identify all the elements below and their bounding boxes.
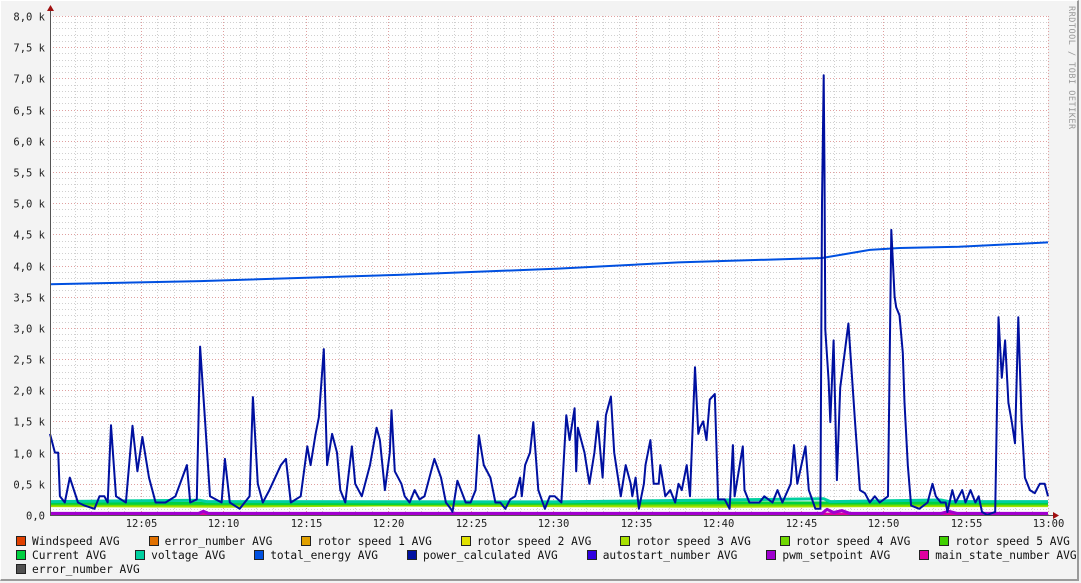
legend-swatch: [460, 536, 471, 546]
y-tick-label: 3,5 k: [13, 293, 45, 305]
y-tick-label: 0,5 k: [13, 480, 45, 492]
legend-item: power_calculated AVG: [406, 548, 558, 562]
legend-swatch: [406, 550, 417, 560]
legend-row: Current AVG voltage AVG total_energy AVG po…: [16, 548, 1081, 562]
legend-swatch: [254, 550, 265, 560]
y-tick-label: 4,0 k: [13, 262, 45, 274]
y-tick-label: 2,0 k: [13, 386, 45, 398]
y-tick-label: 7,0 k: [13, 74, 45, 86]
legend-swatch: [766, 550, 777, 560]
y-tick-label: 3,0 k: [13, 324, 45, 336]
legend-label: main_state_number AVG: [935, 548, 1077, 562]
legend-swatch: [586, 550, 597, 560]
y-tick-label: 5,5 k: [13, 168, 45, 180]
y-tick-label: 1,5 k: [13, 417, 45, 429]
legend-item: pwm_setpoint AVG: [766, 549, 890, 562]
x-tick-label: 13:00: [1033, 518, 1065, 530]
x-tick-label: 12:35: [621, 518, 653, 530]
legend-swatch: [939, 536, 950, 546]
x-tick-label: 12:05: [126, 518, 158, 530]
y-tick-label: 0,0: [26, 511, 45, 523]
legend-swatch: [16, 564, 26, 574]
legend-label: error_number AVG: [164, 534, 273, 548]
y-tick-label: 7,5 k: [13, 43, 45, 55]
x-tick-label: 12:15: [291, 518, 323, 530]
legend-item: main_state_number AVG: [919, 548, 1077, 562]
legend-swatch: [16, 550, 26, 560]
legend-swatch: [301, 536, 312, 546]
legend-label: pwm_setpoint AVG: [782, 548, 891, 562]
legend-swatch: [919, 550, 930, 560]
x-tick-label: 12:40: [703, 518, 735, 530]
legend-label: rotor speed 3 AVG: [636, 534, 751, 548]
y-tick-label: 6,5 k: [13, 106, 45, 118]
y-tick-label: 6,0 k: [13, 137, 45, 149]
legend-swatch: [779, 536, 790, 546]
x-tick-label: 12:25: [456, 518, 488, 530]
legend-label: Current AVG: [32, 548, 107, 562]
legend-label: power_calculated AVG: [422, 548, 558, 562]
legend-item: autostart_number AVG: [586, 548, 738, 562]
legend-row: Windspeed AVG error_number AVG rotor speed…: [16, 534, 1081, 548]
legend-label: rotor speed 1 AVG: [317, 534, 432, 548]
y-tick-label: 4,5 k: [13, 230, 45, 242]
x-tick-label: 12:50: [868, 518, 900, 530]
x-tick-label: 12:30: [538, 518, 570, 530]
legend-label: rotor speed 2 AVG: [476, 534, 592, 548]
legend-item: Current AVG: [16, 549, 106, 562]
x-tick-label: 12:55: [951, 518, 983, 530]
legend-label: total_energy AVG: [270, 548, 378, 562]
y-tick-label: 5,0 k: [13, 199, 45, 211]
watermark: RRDTOOL / TOBI OETIKER: [1066, 6, 1076, 130]
x-tick-label: 12:10: [208, 518, 240, 530]
legend-label: error_number AVG: [32, 562, 140, 576]
rrd-chart: 0,0 0,5 k 1,0 k 1,5 k 2,0 k 2,5 k 3,0 k 3,5 k 4,…: [13, 5, 1065, 530]
legend-label: Windspeed AVG: [32, 534, 120, 548]
y-axis-arrow-icon: [47, 5, 54, 11]
legend-item: rotor speed 2 AVG: [460, 534, 592, 548]
legend-item: total_energy AVG: [254, 549, 378, 562]
legend-swatch: [16, 536, 26, 546]
legend-item: error_number AVG: [148, 534, 273, 548]
legend-row: error_number AVG: [16, 562, 1081, 576]
x-tick-label: 12:20: [373, 518, 405, 530]
legend-item: rotor speed 1 AVG: [301, 535, 432, 548]
legend-item: voltage AVG: [135, 549, 225, 562]
legend-item: rotor speed 4 AVG: [779, 534, 911, 548]
legend: Windspeed AVG error_number AVG rotor speed…: [16, 534, 1081, 576]
y-tick-label: 2,5 k: [13, 355, 45, 367]
legend-item: rotor speed 3 AVG: [620, 535, 751, 548]
x-tick-label: 12:45: [786, 518, 818, 530]
legend-label: autostart_number AVG: [602, 548, 738, 562]
legend-swatch: [135, 550, 146, 560]
legend-item: error_number AVG: [16, 563, 140, 576]
legend-label: rotor speed 5 AVG: [955, 534, 1070, 548]
legend-swatch: [148, 536, 159, 546]
y-tick-label: 8,0 k: [13, 12, 45, 24]
legend-swatch: [620, 536, 631, 546]
legend-item: Windspeed AVG: [16, 535, 120, 548]
legend-item: rotor speed 5 AVG: [939, 535, 1070, 548]
y-tick-label: 1,0 k: [13, 449, 45, 461]
legend-label: rotor speed 4 AVG: [795, 534, 911, 548]
legend-label: voltage AVG: [151, 548, 226, 562]
